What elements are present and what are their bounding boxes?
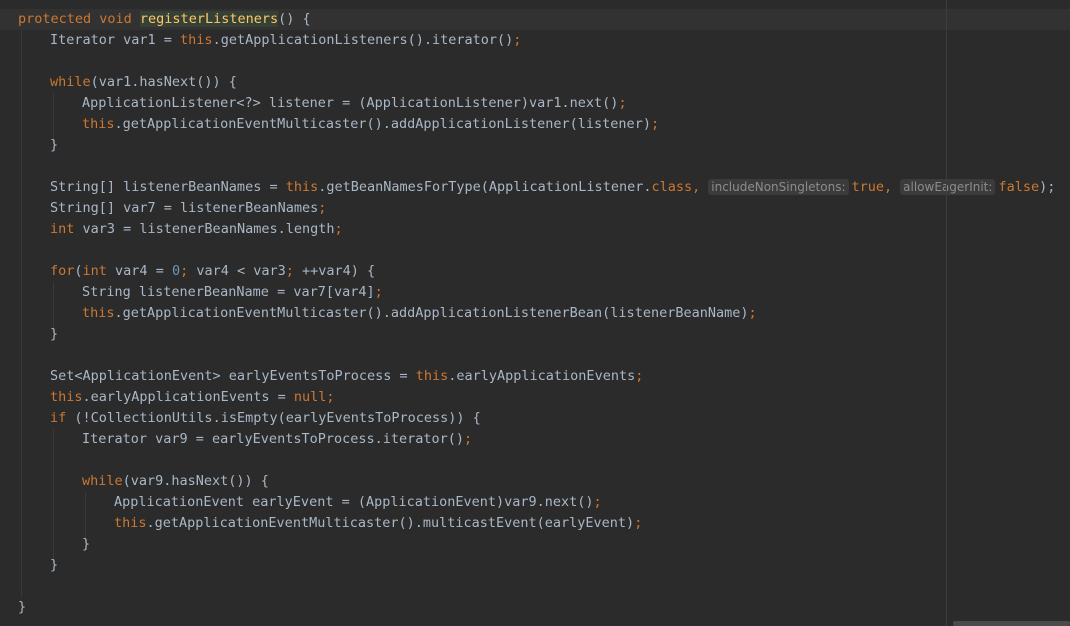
code-line[interactable]: ApplicationEvent earlyEvent = (Applicati…: [114, 492, 602, 513]
code-token: while: [50, 74, 91, 90]
code-line[interactable]: String[] var7 = listenerBeanNames;: [50, 198, 326, 219]
code-line[interactable]: Iterator var9 = earlyEventsToProcess.ite…: [82, 429, 472, 450]
code-token: if: [50, 410, 67, 426]
code-line[interactable]: Set<ApplicationEvent> earlyEventsToProce…: [50, 366, 643, 387]
code-token: var3 = listenerBeanNames.length: [74, 221, 335, 237]
code-token: true: [851, 179, 885, 195]
right-margin-guide: [946, 0, 947, 626]
code-token: }: [50, 137, 59, 153]
code-token: this: [415, 368, 449, 384]
code-token: .getApplicationEventMulticaster().multic…: [146, 515, 635, 531]
code-token: this: [82, 305, 115, 321]
code-token: Iterator var1 =: [50, 32, 181, 48]
code-token: String listenerBeanName = var7[var4]: [82, 284, 375, 300]
code-token: .getBeanNamesForType(ApplicationListener…: [318, 179, 652, 195]
code-token: String[] listenerBeanNames =: [50, 179, 286, 195]
code-line[interactable]: }: [82, 534, 90, 555]
code-token: ;: [650, 116, 660, 132]
code-token: var4 < var3: [196, 263, 286, 279]
code-token: ;: [326, 389, 335, 405]
code-token: (var1.hasNext()) {: [90, 74, 237, 90]
code-token: ;: [634, 515, 643, 531]
code-token: this: [285, 179, 319, 195]
code-token: .getApplicationEventMulticaster().addApp…: [114, 305, 749, 321]
code-line[interactable]: }: [50, 135, 58, 156]
code-token: }: [50, 557, 59, 573]
parameter-hint: includeNonSingletons:: [708, 179, 849, 195]
code-line[interactable]: while(var9.hasNext()) {: [82, 471, 269, 492]
code-token: ;: [285, 263, 303, 279]
code-token: (: [74, 263, 83, 279]
code-token: .getApplicationEventMulticaster().addApp…: [114, 116, 651, 132]
code-token: ;: [618, 95, 627, 111]
code-line[interactable]: this.getApplicationEventMulticaster().mu…: [114, 513, 642, 534]
code-token: ;: [513, 32, 522, 48]
code-token: false: [998, 179, 1040, 195]
code-token: registerListeners: [139, 11, 279, 27]
code-token: .earlyApplicationEvents =: [82, 389, 294, 405]
code-token: for: [50, 263, 75, 279]
code-token: (!CollectionUtils.isEmpty(earlyEventsToP…: [66, 410, 481, 426]
code-line[interactable]: ApplicationListener<?> listener = (Appli…: [82, 93, 627, 114]
code-token: protected void: [18, 11, 140, 27]
code-token: int: [50, 221, 75, 237]
horizontal-scrollbar[interactable]: [953, 621, 1070, 626]
code-token: ;: [318, 200, 327, 216]
code-line[interactable]: }: [18, 597, 26, 618]
code-token: .earlyApplicationEvents: [448, 368, 636, 384]
code-token: while: [82, 473, 123, 489]
code-token: class: [651, 179, 693, 195]
code-line[interactable]: this.earlyApplicationEvents = null;: [50, 387, 335, 408]
indent-guide: [21, 30, 22, 597]
code-line[interactable]: protected void registerListeners() {: [18, 9, 311, 30]
code-token: ;: [593, 494, 602, 510]
code-line[interactable]: int var3 = listenerBeanNames.length;: [50, 219, 343, 240]
code-token: this: [114, 515, 147, 531]
code-token: Set<ApplicationEvent> earlyEventsToProce…: [50, 368, 416, 384]
code-token: Iterator var9 = earlyEventsToProcess.ite…: [82, 431, 465, 447]
code-token: ;: [748, 305, 757, 321]
code-editor[interactable]: protected void registerListeners() {Iter…: [0, 0, 1070, 626]
code-token: int: [82, 263, 107, 279]
code-token: 0: [171, 263, 181, 279]
code-line[interactable]: this.getApplicationEventMulticaster().ad…: [82, 303, 757, 324]
code-line[interactable]: Iterator var1 = this.getApplicationListe…: [50, 30, 521, 51]
code-token: this: [50, 389, 83, 405]
code-line[interactable]: while(var1.hasNext()) {: [50, 72, 237, 93]
code-token: ,: [884, 179, 893, 195]
code-token: }: [82, 536, 91, 552]
code-token: }: [18, 599, 27, 615]
code-line[interactable]: String listenerBeanName = var7[var4];: [82, 282, 383, 303]
code-token: ;: [464, 431, 473, 447]
code-token: ;: [374, 284, 383, 300]
indent-guide: [53, 429, 54, 565]
code-line[interactable]: }: [50, 555, 58, 576]
code-token: ;: [334, 221, 343, 237]
code-token: ;: [180, 263, 197, 279]
code-token: .getApplicationListeners().iterator(): [212, 32, 514, 48]
code-line[interactable]: if (!CollectionUtils.isEmpty(earlyEvents…: [50, 408, 481, 429]
code-token: ApplicationListener<?> listener = (Appli…: [82, 95, 619, 111]
code-token: String[] var7 = listenerBeanNames: [50, 200, 319, 216]
code-token: ;: [635, 368, 644, 384]
code-token: this: [82, 116, 115, 132]
code-token: );: [1039, 179, 1056, 195]
parameter-hint: allowEagerInit:: [900, 179, 996, 195]
code-token: }: [50, 326, 59, 342]
code-token: ApplicationEvent earlyEvent = (Applicati…: [114, 494, 594, 510]
code-token: () {: [278, 11, 311, 27]
code-token: (var9.hasNext()) {: [122, 473, 269, 489]
code-line[interactable]: String[] listenerBeanNames = this.getBea…: [50, 177, 1055, 198]
code-token: var4 =: [106, 263, 172, 279]
code-token: null: [293, 389, 327, 405]
code-line[interactable]: this.getApplicationEventMulticaster().ad…: [82, 114, 659, 135]
code-token: ,: [692, 179, 701, 195]
code-line[interactable]: }: [50, 324, 58, 345]
code-token: ++var4) {: [302, 263, 376, 279]
code-token: this: [180, 32, 213, 48]
code-line[interactable]: for(int var4 = 0; var4 < var3; ++var4) {: [50, 261, 375, 282]
